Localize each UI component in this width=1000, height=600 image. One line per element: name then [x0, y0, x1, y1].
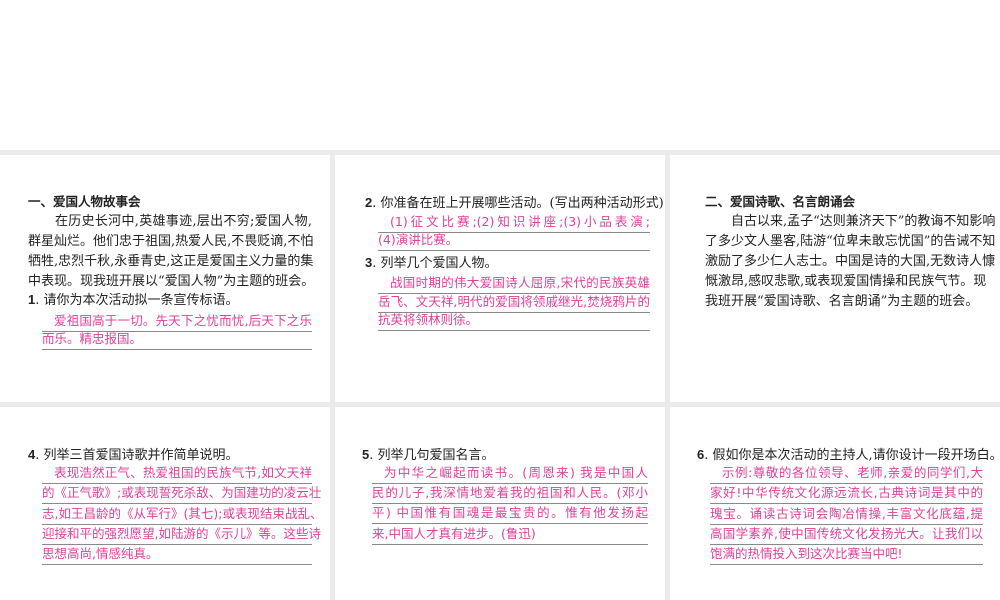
- answer-text: (1)征文比赛;(2)知识讲座;(3)小品表演;: [390, 214, 650, 229]
- answer-line: 表现浩然正气、热爱祖国的民族气节,如文天祥: [42, 464, 312, 484]
- answer-line: 饱满的热情投入到这次比赛当中吧!: [710, 545, 983, 565]
- question-1: 1. 请你为本次活动拟一条宣传标语。: [28, 291, 239, 310]
- question-text: . 列举几个爱国人物。: [372, 256, 498, 271]
- answer-line: 而乐。精忠报国。: [42, 330, 312, 350]
- question-text: . 你准备在班上开展哪些活动。(写出两种活动形式): [372, 196, 664, 211]
- answer-line: 战国时期的伟大爱国诗人屈原,宋代的民族英雄: [378, 274, 650, 294]
- answer-line: 爱祖国高于一切。先天下之忧而忧,后天下之乐: [42, 312, 312, 332]
- question-4: 4. 列举三首爱国诗歌并作简单说明。: [28, 446, 239, 465]
- answer-text: 战国时期的伟大爱国诗人屈原,宋代的民族英雄: [390, 275, 650, 290]
- card-opening-speech: 6. 假如你是本次活动的主持人,请你设计一段开场白。 示例:尊敬的各位领导、老师…: [670, 407, 1000, 600]
- answer-line: 民的儿子,我深情地爱着我的祖国和人民。(邓小: [372, 484, 648, 504]
- card-poems: 4. 列举三首爱国诗歌并作简单说明。 表现浩然正气、热爱祖国的民族气节,如文天祥…: [0, 407, 330, 600]
- answer-line: (4)演讲比赛。: [378, 231, 650, 251]
- blank-header-area: [0, 0, 1000, 150]
- answer-line: 平) 中国惟有国魂是最宝贵的。惟有他发扬起: [372, 504, 648, 524]
- question-text: . 请你为本次活动拟一条宣传标语。: [35, 293, 239, 308]
- answer-line: 志,如王昌龄的《从军行》(其七);或表现结束战乱、: [42, 505, 322, 525]
- card-activities: 2. 你准备在班上开展哪些活动。(写出两种活动形式) (1)征文比赛;(2)知识…: [335, 155, 665, 402]
- answer-text: 示例:尊敬的各位领导、老师,亲爱的同学们,大: [722, 465, 983, 480]
- answer-line: (1)征文比赛;(2)知识讲座;(3)小品表演;: [378, 213, 650, 233]
- answer-line: 迎接和平的强烈愿望,如陆游的《示儿》等。这些诗: [42, 525, 321, 545]
- paragraph-line: 慨激昂,感叹悲歌,或表现爱国情操和民族气节。现: [705, 274, 987, 289]
- answer-line: 岳飞、文天祥,明代的爱国将领戚继光,焚烧鸦片的: [378, 293, 650, 313]
- answer-line: 来,中国人才真有进步。(鲁迅): [372, 525, 648, 545]
- question-text: . 假如你是本次活动的主持人,请你设计一段开场白。: [704, 448, 1000, 463]
- paragraph-line: 自古以来,孟子“达则兼济天下”的教诲不知影响: [731, 214, 996, 229]
- paragraph-line: 在历史长河中,英雄事迹,层出不穷;爱国人物,: [55, 214, 312, 229]
- question-6: 6. 假如你是本次活动的主持人,请你设计一段开场白。: [697, 446, 1000, 465]
- question-5: 5. 列举几句爱国名言。: [362, 446, 495, 465]
- answer-text: 表现浩然正气、热爱祖国的民族气节,如文天祥: [54, 465, 312, 480]
- answer-text: 为中华之崛起而读书。(周恩来) 我是中国人: [384, 465, 648, 480]
- answer-line: 的《正气歌》;或表现誓死杀敌、为国建功的凌云壮: [42, 484, 321, 504]
- section-heading: 一、爱国人物故事会: [28, 194, 141, 209]
- card-quotes: 5. 列举几句爱国名言。 为中华之崛起而读书。(周恩来) 我是中国人 民的儿子,…: [335, 407, 665, 600]
- paragraph-line: 中表现。现我班开展以“爱国人物”为主题的班会。: [28, 274, 315, 289]
- answer-line: 家好!中华传统文化源远流长,古典诗词是其中的: [710, 484, 983, 504]
- paragraph-line: 群星灿烂。他们忠于祖国,热爱人民,不畏贬谪,不怕: [28, 234, 314, 249]
- answer-text: 爱祖国高于一切。先天下之忧而忧,后天下之乐: [54, 313, 312, 328]
- section-heading: 二、爱国诗歌、名言朗诵会: [705, 194, 856, 209]
- paragraph-line: 了多少文人墨客,陆游“位卑未敢忘忧国”的告诫不知: [705, 234, 996, 249]
- answer-line: 抗英将领林则徐。: [378, 311, 650, 331]
- question-3: 3. 列举几个爱国人物。: [365, 254, 498, 273]
- answer-line: 示例:尊敬的各位领导、老师,亲爱的同学们,大: [710, 464, 983, 484]
- card-poetry-recital: 二、爱国诗歌、名言朗诵会 自古以来,孟子“达则兼济天下”的教诲不知影响 了多少文…: [670, 155, 1000, 402]
- paragraph-line: 我班开展“爱国诗歌、名言朗诵”为主题的班会。: [705, 294, 979, 309]
- card-patriot-story: 一、爱国人物故事会 在历史长河中,英雄事迹,层出不穷;爱国人物, 群星灿烂。他们…: [0, 155, 330, 402]
- question-text: . 列举几句爱国名言。: [369, 448, 495, 463]
- answer-line: 思想高尚,情感纯真。: [42, 545, 312, 565]
- question-text: . 列举三首爱国诗歌并作简单说明。: [35, 448, 239, 463]
- answer-line: 为中华之崛起而读书。(周恩来) 我是中国人: [372, 464, 648, 484]
- answer-line: 瑰宝。诵读古诗词会陶冶情操,丰富文化底蕴,提: [710, 505, 983, 525]
- answer-line: 高国学素养,使中国传统文化发扬光大。让我们以: [710, 525, 983, 545]
- paragraph-line: 牺牲,忠烈千秋,永垂青史,这正是爱国主义力量的集: [28, 254, 314, 269]
- question-2: 2. 你准备在班上开展哪些活动。(写出两种活动形式): [365, 194, 664, 213]
- paragraph-line: 激励了多少仁人志士。中国是诗的大国,无数诗人慷: [705, 254, 996, 269]
